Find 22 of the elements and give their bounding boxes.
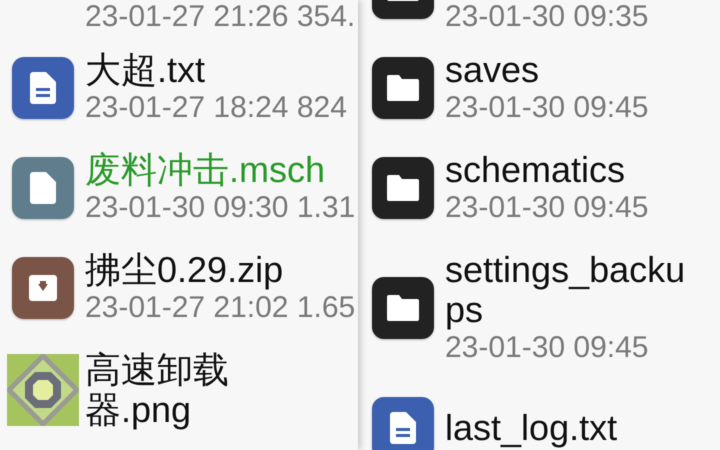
document-icon (30, 72, 56, 104)
file-details: 23-01-27 21:26 354. (85, 0, 356, 35)
folder-icon (387, 75, 419, 101)
file-name[interactable]: settings_backups (445, 250, 695, 330)
file-name[interactable]: 大超.txt (85, 50, 335, 90)
file-name[interactable]: last_log.txt (445, 408, 695, 448)
folder-icon (387, 295, 419, 321)
file-name[interactable]: schematics (445, 150, 695, 190)
folder-icon (387, 175, 419, 201)
file-details: 23-01-30 09:30 1.31 (85, 190, 356, 226)
document-icon (390, 412, 416, 444)
file-name[interactable]: saves (445, 50, 695, 90)
file-icon (30, 172, 56, 204)
file-details: 23-01-30 09:45 (445, 330, 648, 366)
file-details: 23-01-30 09:45 (445, 190, 648, 226)
file-name[interactable]: 高速卸载器.png (85, 350, 335, 430)
archive-icon (29, 275, 57, 301)
file-name[interactable]: 拂尘0.29.zip (85, 250, 335, 290)
file-details: 23-01-30 09:35 (445, 0, 648, 35)
file-details: 23-01-27 21:02 1.65 (85, 290, 356, 326)
file-details: 23-01-30 09:45 (445, 90, 648, 126)
file-details: 23-01-27 18:24 824 (85, 90, 347, 126)
